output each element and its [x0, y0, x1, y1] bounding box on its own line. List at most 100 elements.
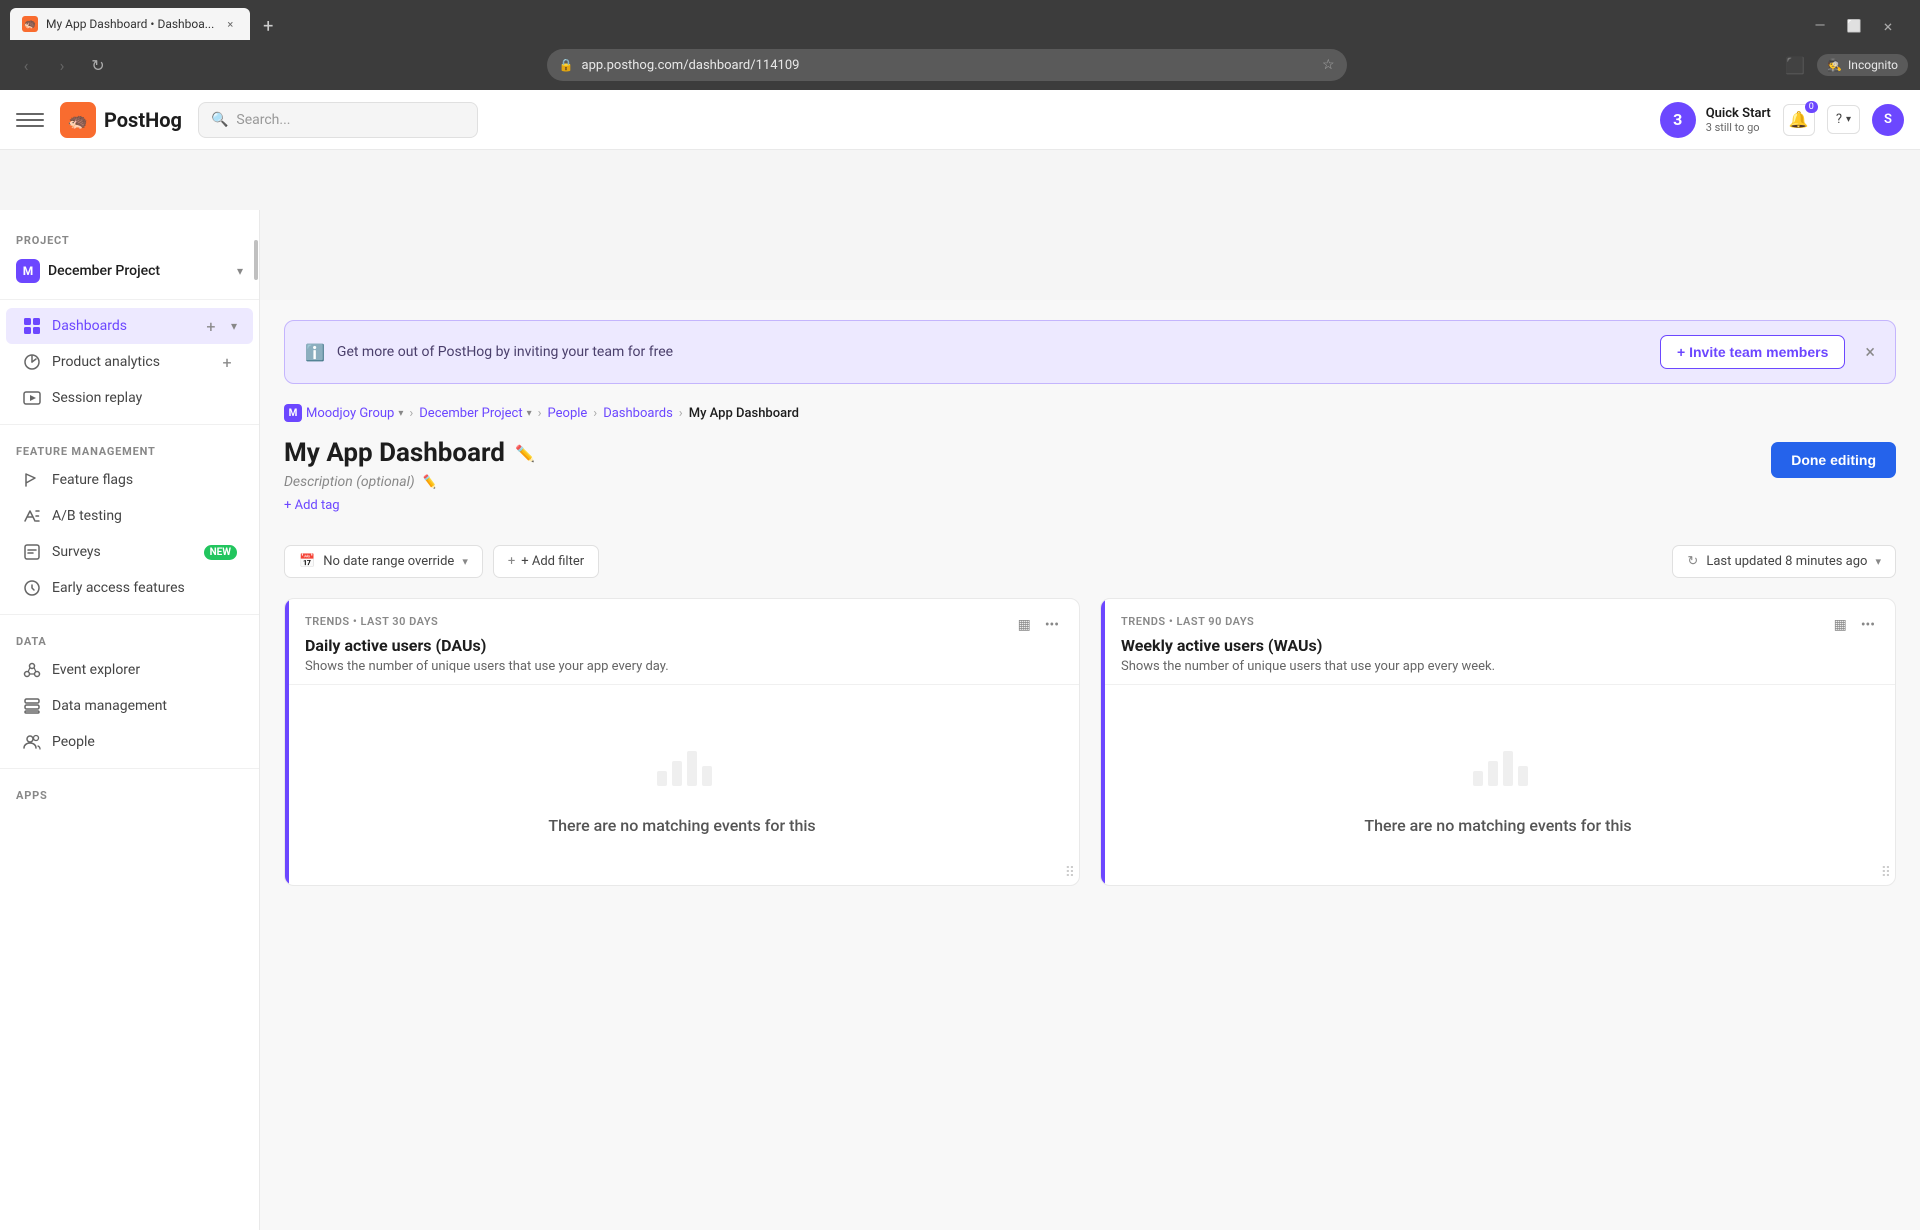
address-bar[interactable]: 🔒 app.posthog.com/dashboard/114109 ☆	[547, 49, 1347, 81]
empty-chart-icon-2	[1468, 736, 1528, 800]
dashboards-icon	[22, 316, 42, 336]
dashboard-title: My App Dashboard	[284, 438, 505, 468]
breadcrumb-december-project[interactable]: December Project ▾	[419, 406, 531, 421]
info-icon: ℹ️	[305, 343, 325, 362]
project-selector[interactable]: M December Project ▾	[0, 251, 259, 291]
data-section-label: DATA	[0, 623, 259, 652]
breadcrumb-current: My App Dashboard	[689, 406, 799, 421]
date-range-filter[interactable]: 📅 No date range override ▾	[284, 545, 483, 578]
card-2-empty-text: There are no matching events for this	[1364, 816, 1631, 835]
feature-flags-icon	[22, 470, 42, 490]
sidebar-item-session-replay[interactable]: Session replay	[6, 380, 253, 416]
edit-description-icon[interactable]: ✏️	[421, 475, 437, 490]
banner-close-button[interactable]: ×	[1865, 342, 1875, 363]
add-filter-button[interactable]: + + Add filter	[493, 545, 599, 578]
card-dau: TRENDS • LAST 30 DAYS Daily active users…	[284, 598, 1080, 886]
dashboard-header: My App Dashboard ✏️ Description (optiona…	[284, 438, 535, 513]
bookmark-icon[interactable]: ☆	[1322, 57, 1335, 73]
card-1-table-view-button[interactable]: ▦	[1014, 615, 1035, 635]
window-minimize-button[interactable]: —	[1806, 12, 1834, 40]
breadcrumb-people[interactable]: People	[548, 406, 588, 421]
sidebar-item-event-explorer[interactable]: Event explorer	[6, 652, 253, 688]
breadcrumb: M Moodjoy Group ▾ › December Project ▾ ›…	[284, 404, 1896, 422]
card-1-empty-text: There are no matching events for this	[548, 816, 815, 835]
hamburger-menu[interactable]	[16, 106, 44, 134]
sidebar-item-dashboards[interactable]: Dashboards + ▾	[6, 308, 253, 344]
breadcrumb-chevron-2: ▾	[527, 408, 532, 419]
card-2-body: There are no matching events for this ⠿	[1101, 685, 1895, 885]
invite-team-members-button[interactable]: + Invite team members	[1660, 335, 1845, 369]
tab-close-button[interactable]: ×	[222, 16, 238, 32]
search-bar[interactable]: 🔍 Search...	[198, 102, 478, 138]
sidebar-item-product-analytics[interactable]: Product analytics +	[6, 344, 253, 380]
card-2-title: Weekly active users (WAUs)	[1121, 636, 1495, 655]
browser-tab[interactable]: 🦔 My App Dashboard • Dashboa... ×	[10, 8, 250, 40]
last-updated[interactable]: ↻ Last updated 8 minutes ago ▾	[1672, 545, 1896, 578]
card-2-more-button[interactable]: •••	[1857, 615, 1879, 635]
breadcrumb-separator-4: ›	[679, 406, 683, 421]
help-button[interactable]: ? ▾	[1827, 105, 1860, 134]
add-tag-button[interactable]: + Add tag	[284, 498, 535, 513]
incognito-badge: 🕵 Incognito	[1817, 54, 1908, 76]
breadcrumb-moodjoy[interactable]: M Moodjoy Group ▾	[284, 404, 403, 422]
window-close-button[interactable]: ×	[1874, 12, 1902, 40]
logo[interactable]: 🦔 PostHog	[60, 102, 182, 138]
sidebar-early-access-label: Early access features	[52, 580, 237, 596]
add-analytics-button[interactable]: +	[217, 352, 237, 372]
calendar-icon: 📅	[299, 554, 315, 569]
refresh-icon: ↻	[1687, 554, 1698, 569]
breadcrumb-separator-2: ›	[538, 406, 542, 421]
dashboard-description: Description (optional)	[284, 474, 415, 490]
add-dashboard-button[interactable]: +	[201, 316, 221, 336]
project-name: December Project	[48, 263, 229, 279]
breadcrumb-separator-1: ›	[409, 406, 413, 421]
logo-text: PostHog	[104, 108, 182, 132]
apps-section-label: APPS	[0, 777, 259, 806]
breadcrumb-dashboards[interactable]: Dashboards	[603, 406, 673, 421]
card-2-trend-label: TRENDS • LAST 90 DAYS	[1121, 615, 1495, 628]
sidebar-item-early-access[interactable]: Early access features	[6, 570, 253, 606]
top-nav-right: 3 Quick Start 3 still to go 🔔 0 ? ▾ S	[1660, 102, 1904, 138]
bell-icon: 🔔	[1789, 110, 1809, 129]
pip-button[interactable]: ⬛	[1781, 51, 1809, 79]
new-tab-button[interactable]: +	[254, 12, 282, 40]
forward-button[interactable]: ›	[48, 51, 76, 79]
card-2-table-view-button[interactable]: ▦	[1830, 615, 1851, 635]
sidebar-item-feature-flags[interactable]: Feature flags	[6, 462, 253, 498]
tab-title: My App Dashboard • Dashboa...	[46, 17, 214, 31]
incognito-icon: 🕵	[1827, 58, 1842, 72]
quick-start[interactable]: 3 Quick Start 3 still to go	[1660, 102, 1771, 138]
card-2-resize-handle[interactable]: ⠿	[1881, 865, 1891, 881]
product-analytics-icon	[22, 352, 42, 372]
surveys-icon	[22, 542, 42, 562]
quick-start-label: Quick Start	[1706, 106, 1771, 121]
notifications-button[interactable]: 🔔 0	[1783, 104, 1815, 136]
sidebar-feature-flags-label: Feature flags	[52, 472, 237, 488]
sidebar-item-ab-testing[interactable]: A/B testing	[6, 498, 253, 534]
sidebar-item-people[interactable]: People	[6, 724, 253, 760]
card-1-resize-handle[interactable]: ⠿	[1065, 865, 1075, 881]
sidebar-surveys-label: Surveys	[52, 544, 194, 560]
done-editing-button[interactable]: Done editing	[1771, 442, 1896, 478]
feature-section-label: FEATURE MANAGEMENT	[0, 433, 259, 462]
last-updated-label: Last updated 8 minutes ago	[1706, 554, 1867, 569]
project-section-label: PROJECT	[0, 222, 259, 251]
breadcrumb-chevron-1: ▾	[398, 408, 403, 419]
card-2-description: Shows the number of unique users that us…	[1121, 659, 1495, 674]
search-icon: 🔍	[211, 112, 228, 128]
edit-title-icon[interactable]: ✏️	[515, 444, 535, 463]
sidebar-item-data-management[interactable]: Data management	[6, 688, 253, 724]
sidebar-item-surveys[interactable]: Surveys NEW	[6, 534, 253, 570]
breadcrumb-separator-3: ›	[593, 406, 597, 421]
card-1-more-button[interactable]: •••	[1041, 615, 1063, 635]
dashboard-toolbar: 📅 No date range override ▾ + + Add filte…	[284, 545, 1896, 578]
window-maximize-button[interactable]: ⬜	[1840, 12, 1868, 40]
avatar[interactable]: S	[1872, 104, 1904, 136]
sidebar-ab-testing-label: A/B testing	[52, 508, 237, 524]
card-wau: TRENDS • LAST 90 DAYS Weekly active user…	[1100, 598, 1896, 886]
back-button[interactable]: ‹	[12, 51, 40, 79]
reload-button[interactable]: ↻	[84, 51, 112, 79]
posthog-logo-icon: 🦔	[60, 102, 96, 138]
quick-start-sub: 3 still to go	[1706, 121, 1771, 134]
sidebar-people-label: People	[52, 734, 237, 750]
